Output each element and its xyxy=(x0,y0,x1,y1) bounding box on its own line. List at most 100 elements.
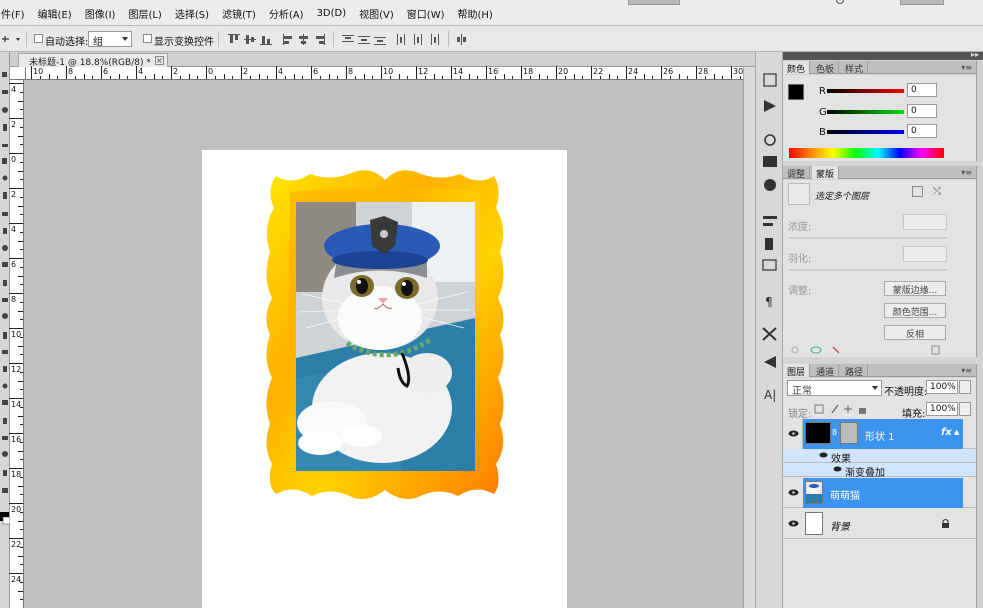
ruler-h-number: 2 xyxy=(173,67,179,76)
layer-row-shape-1[interactable]: 8 形状 1 fx ▲ xyxy=(783,419,976,449)
tab-channels[interactable]: 通道 xyxy=(812,364,840,378)
color-panel-scrollbar[interactable] xyxy=(976,61,983,161)
color-spectrum-bar[interactable] xyxy=(789,148,944,158)
distribute-vcenter-icon[interactable] xyxy=(358,34,370,45)
foreground-color-swatch[interactable] xyxy=(788,84,804,100)
eye-icon[interactable] xyxy=(819,452,830,459)
menu-3d[interactable]: 3D(D) xyxy=(310,8,353,19)
search-icon[interactable] xyxy=(835,0,845,5)
ruler-h-number: 4 xyxy=(138,67,144,76)
align-bottom-icon[interactable] xyxy=(260,34,272,45)
opacity-input[interactable]: 100% xyxy=(926,380,958,394)
g-input[interactable]: 0 xyxy=(907,104,937,118)
distribute-left-icon[interactable] xyxy=(396,34,408,45)
mask-edge-button[interactable]: 蒙版边缘... xyxy=(884,281,946,296)
b-slider[interactable] xyxy=(827,130,904,134)
distribute-top-icon[interactable] xyxy=(342,34,354,45)
color-range-button[interactable]: 颜色范围... xyxy=(884,303,946,318)
opacity-slider-button[interactable] xyxy=(959,380,971,394)
tab-styles[interactable]: 样式 xyxy=(841,61,869,75)
tab-color[interactable]: 颜色 xyxy=(783,61,811,75)
b-input[interactable]: 0 xyxy=(907,124,937,138)
auto-select-dropdown[interactable]: 组 xyxy=(88,31,132,48)
panel-menu-icon[interactable]: ▾≡ xyxy=(961,168,972,177)
align-top-icon[interactable] xyxy=(228,34,240,45)
gradient-overlay-row[interactable]: 渐变叠加 xyxy=(783,463,976,479)
ruler-v-tick xyxy=(9,328,23,329)
canvas-vertical-scrollbar[interactable] xyxy=(743,67,755,608)
layers-panel-scrollbar[interactable] xyxy=(976,364,983,608)
distribute-hcenter-icon[interactable] xyxy=(412,34,424,45)
eye-icon[interactable] xyxy=(788,489,799,496)
layer-row-background[interactable]: 背景 xyxy=(783,509,976,539)
menu-select[interactable]: 选择(S) xyxy=(168,6,215,21)
fx-icon[interactable]: fx xyxy=(941,427,952,438)
auto-select-label: 自动选择: xyxy=(45,37,89,48)
ruler-corner xyxy=(10,67,26,80)
pixel-mask-icon[interactable] xyxy=(912,186,923,197)
menu-filter[interactable]: 滤镜(T) xyxy=(215,6,262,21)
vector-mask-icon[interactable]: ⤭ xyxy=(933,186,941,197)
tab-swatches[interactable]: 色板 xyxy=(812,61,840,75)
close-icon[interactable]: × xyxy=(154,56,164,65)
fill-input[interactable]: 100% xyxy=(926,402,958,416)
auto-select-checkbox[interactable] xyxy=(34,34,43,43)
move-tool-icon[interactable] xyxy=(0,33,22,45)
eye-icon[interactable] xyxy=(788,430,799,437)
tab-paths[interactable]: 路径 xyxy=(841,364,869,378)
r-slider[interactable] xyxy=(827,89,904,93)
ruler-v-tick xyxy=(20,476,23,478)
layer-row-cat[interactable]: 萌萌猫 xyxy=(783,478,976,508)
blend-mode-dropdown[interactable]: 正常 xyxy=(787,380,882,397)
workspace-button[interactable] xyxy=(628,0,680,5)
panel-menu-icon[interactable]: ▾≡ xyxy=(961,63,972,72)
eye-icon[interactable] xyxy=(833,466,844,473)
collapse-effects-icon[interactable]: ▲ xyxy=(954,428,959,436)
align-left-icon[interactable] xyxy=(283,34,295,45)
menu-edit[interactable]: 编辑(E) xyxy=(31,6,78,21)
ruler-v-tick xyxy=(9,538,23,539)
artwork[interactable] xyxy=(262,168,508,502)
ruler-h-tick xyxy=(739,76,741,79)
tab-masks[interactable]: 蒙版 xyxy=(812,166,840,180)
tool-icons-column[interactable] xyxy=(0,52,11,608)
layer-name-shape-1: 形状 1 xyxy=(865,432,895,443)
show-transform-checkbox[interactable] xyxy=(143,34,152,43)
distribute-right-icon[interactable] xyxy=(428,34,440,45)
ruler-v-tick xyxy=(20,424,23,426)
dock-icons[interactable]: ¶ A| xyxy=(756,52,784,608)
collapse-icon[interactable]: ▸▸ xyxy=(971,50,979,59)
eye-icon[interactable] xyxy=(788,520,799,527)
panel-menu-icon[interactable]: ▾≡ xyxy=(961,366,972,375)
tab-layers[interactable]: 图层 xyxy=(783,364,811,378)
horizontal-ruler[interactable]: 10 8 6 4 2 0 2 4 6 8 10 12 14 16 18 20 22 24 26 28 30 xyxy=(26,66,743,80)
document-tab[interactable]: 未标题-1 @ 18.8%(RGB/8) * × xyxy=(18,53,168,68)
mask-footer-icons[interactable] xyxy=(789,345,949,355)
window-control-button[interactable] xyxy=(900,0,944,5)
align-vcenter-icon[interactable] xyxy=(244,34,256,45)
lock-icons[interactable] xyxy=(814,403,870,415)
mask-panel-scrollbar[interactable] xyxy=(976,166,983,357)
menu-window[interactable]: 窗口(W) xyxy=(400,6,451,21)
g-slider[interactable] xyxy=(827,110,904,114)
align-right-icon[interactable] xyxy=(313,34,325,45)
menu-image[interactable]: 图像(I) xyxy=(78,6,122,21)
r-input[interactable]: 0 xyxy=(907,83,937,97)
invert-button[interactable]: 反相 xyxy=(884,325,946,340)
align-hcenter-icon[interactable] xyxy=(298,34,310,45)
tab-adjustments[interactable]: 调整 xyxy=(783,166,811,180)
ruler-h-tick xyxy=(109,76,111,79)
menu-analysis[interactable]: 分析(A) xyxy=(262,6,310,21)
vertical-ruler[interactable]: 4 2 0 2 4 6 8 10 12 14 16 18 20 22 24 xyxy=(9,80,24,608)
fill-slider-button[interactable] xyxy=(959,402,971,416)
layer-effects-row[interactable]: 效果 xyxy=(783,449,976,465)
menu-view[interactable]: 视图(V) xyxy=(352,6,400,21)
menu-layer[interactable]: 图层(L) xyxy=(121,6,167,21)
ruler-v-tick xyxy=(20,196,23,198)
auto-align-icon[interactable] xyxy=(456,34,468,45)
ruler-h-number: 8 xyxy=(68,67,74,76)
menu-help[interactable]: 帮助(H) xyxy=(451,6,499,21)
distribute-bottom-icon[interactable] xyxy=(374,34,386,45)
ruler-v-tick xyxy=(20,511,23,513)
menu-file[interactable]: 件(F) xyxy=(0,6,31,21)
